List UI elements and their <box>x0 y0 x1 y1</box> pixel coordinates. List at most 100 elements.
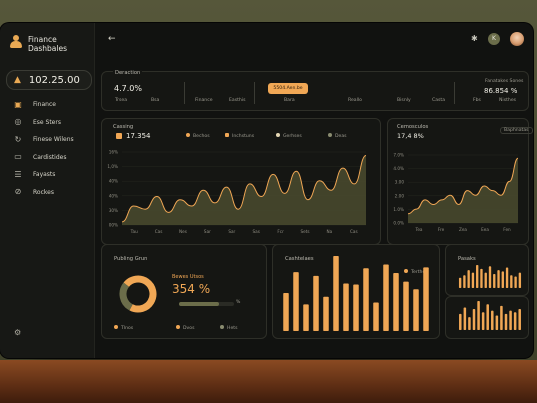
x-tick-label: Nes <box>179 229 187 234</box>
main-chart-panel: Cassing 17.354 Bechos Inchstuns Gerhses … <box>101 118 381 245</box>
summary-right-3: Casta <box>432 98 446 103</box>
y-tick-label: 30% <box>109 208 118 213</box>
side-area-chart: 7.0% 4.0% 3.00 2.00 1.0% 0.0% Tea Fre Zea Eea Fen <box>393 153 519 232</box>
sidebar-item-label: Cardistides <box>33 153 67 161</box>
sparkle-icon[interactable]: ✱ <box>471 34 478 43</box>
y-tick-label: 16% <box>109 150 118 155</box>
summary-chip-sub: Bara <box>284 98 295 103</box>
bar <box>472 309 476 330</box>
mini-bar-chart <box>458 265 522 288</box>
sidebar-item-views[interactable]: ↻ Finese Wilens <box>0 131 94 149</box>
brand[interactable]: Finance Dashbales <box>10 35 76 53</box>
donut-chart <box>119 275 157 313</box>
sidebar: Finance Dashbales ▲ 102.25.00 ▣ Finance … <box>0 23 95 358</box>
bar <box>497 270 500 288</box>
bar <box>413 289 419 331</box>
bar <box>393 273 399 331</box>
summary-chip-button[interactable]: 5504.Aen.be <box>268 83 308 94</box>
bar <box>463 275 466 288</box>
mini-panel-bottom <box>445 296 529 339</box>
bar <box>403 281 409 331</box>
card-icon: ▭ <box>14 152 22 162</box>
bar-panel: Cashtelaes Terthes <box>272 244 440 339</box>
bar <box>313 275 319 331</box>
legend-item: Hets <box>220 325 237 331</box>
bar <box>471 272 475 288</box>
settings-icon[interactable]: ⚙ <box>14 328 21 337</box>
bar <box>518 309 521 330</box>
donut-hole <box>127 283 149 305</box>
x-tick-label: Fre <box>438 227 445 232</box>
bar <box>480 268 483 288</box>
summary-right-1: Reallo <box>348 98 362 103</box>
sidebar-item-label: Fayasts <box>33 171 56 179</box>
y-tick-label: 40% <box>109 179 118 184</box>
bar-chart <box>283 255 429 331</box>
user-logo-icon <box>10 35 22 49</box>
side-chart-panel: Cemosculos 17,4 8% Baphnatas 7.0% 4.0% 3.0… <box>387 118 533 245</box>
x-tick-label: Tea <box>415 227 423 232</box>
main-area-chart: 16% 1,0% 40% 40% 30% 00% Tau Cas Nes Sar Sar Sas Fcr… <box>107 150 367 234</box>
refresh-icon: ↻ <box>14 134 22 144</box>
bar <box>477 301 480 330</box>
bar <box>518 272 522 288</box>
bar <box>283 293 289 331</box>
desk-surface <box>0 360 537 403</box>
sidebar-nav: ▣ Finance ◎ Ese Sters ↻ Finese Wilens ▭ … <box>0 96 94 201</box>
mini-panel-top: Pasaks <box>445 244 529 296</box>
bar <box>513 312 517 330</box>
bar <box>293 272 299 331</box>
summary-title: Deraction <box>113 70 143 76</box>
sidebar-item-label: Ese Sters <box>33 118 61 126</box>
sidebar-item-label: Finance <box>33 101 56 109</box>
area-fill <box>408 158 518 223</box>
bar <box>500 305 503 330</box>
summary-right-sub-1: Fbs <box>473 98 481 103</box>
balance-pill[interactable]: ▲ 102.25.00 <box>6 70 92 90</box>
legend-item: Dvos <box>176 325 194 331</box>
y-tick-label: 40% <box>109 193 118 198</box>
bar <box>323 296 329 331</box>
donut-panel-title: Publing Grun <box>114 256 148 262</box>
sidebar-item-rockets[interactable]: ⊘ Rockes <box>0 184 94 202</box>
bar <box>423 267 429 331</box>
bar <box>484 272 487 288</box>
profile-initial-badge[interactable]: K <box>488 33 500 45</box>
mini-bar-chart <box>459 301 521 330</box>
bar <box>458 277 462 288</box>
bar <box>363 268 369 331</box>
balance-value: 102.25.00 <box>28 74 80 86</box>
sidebar-item-payments[interactable]: ☰ Fayasts <box>0 166 94 184</box>
y-tick-label: 4.0% <box>393 166 404 171</box>
summary-mid-2: Easthis <box>229 98 246 103</box>
summary-right-big: 86.854 % <box>484 87 518 95</box>
bar <box>493 273 496 288</box>
sidebar-item-stats[interactable]: ◎ Ese Sters <box>0 114 94 132</box>
divider <box>454 82 455 104</box>
x-tick-label: Eea <box>481 227 489 232</box>
y-tick-label: 7.0% <box>393 153 404 158</box>
bar <box>343 283 349 331</box>
x-tick-label: Fen <box>503 227 511 232</box>
y-tick-label: 2.00 <box>395 193 405 198</box>
bar <box>468 317 471 330</box>
bar <box>495 315 499 330</box>
summary-big-value: 4.7.0% <box>114 84 142 93</box>
back-arrow-icon[interactable]: ← <box>108 34 116 44</box>
y-tick-label: 0.0% <box>393 221 404 226</box>
bar <box>333 255 339 331</box>
bar <box>510 275 513 288</box>
divider <box>184 82 185 104</box>
bar <box>383 264 389 331</box>
bar <box>467 270 470 288</box>
donut-suffix: % <box>236 300 241 305</box>
sidebar-item-finance[interactable]: ▣ Finance <box>0 96 94 114</box>
legend-item: Tlnos <box>114 325 133 331</box>
y-tick-label: 1,0% <box>107 164 118 169</box>
bar <box>481 312 485 330</box>
sidebar-item-cards[interactable]: ▭ Cardistides <box>0 149 94 167</box>
dashboard-screen: Finance Dashbales ▲ 102.25.00 ▣ Finance … <box>0 23 533 358</box>
avatar[interactable] <box>510 32 524 46</box>
divider <box>254 82 255 104</box>
bar <box>509 310 512 330</box>
